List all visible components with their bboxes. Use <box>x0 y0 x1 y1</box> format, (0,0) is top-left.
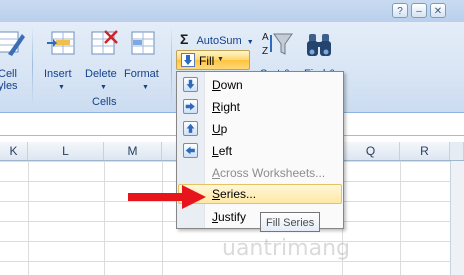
menu-item-down[interactable]: Down <box>178 75 342 95</box>
cell-styles-icon <box>0 31 25 56</box>
vertical-scrollbar[interactable] <box>450 161 464 275</box>
autosum-dropdown-arrow-icon: ▼ <box>246 39 254 46</box>
menu-item-series-label: Series... <box>212 187 257 201</box>
delete-label: Delete <box>85 68 117 80</box>
minimize-button[interactable]: – <box>411 3 427 18</box>
column-header-q[interactable]: Q <box>342 142 400 160</box>
grid-line <box>104 161 105 275</box>
menu-item-up[interactable]: Up <box>178 119 342 139</box>
menu-item-left-label: Left <box>212 144 233 158</box>
grid-line <box>162 161 163 275</box>
watermark: uantrimang <box>222 236 350 261</box>
format-cells-icon <box>131 31 155 55</box>
column-header-m[interactable]: M <box>104 142 162 160</box>
fill-button[interactable]: Fill ▼ <box>176 50 250 70</box>
menu-item-right-label: Right <box>212 100 241 114</box>
fill-down-icon <box>183 77 198 92</box>
menu-item-across-worksheets: Across Worksheets... <box>178 163 342 183</box>
grid-line <box>400 161 401 275</box>
svg-text:A: A <box>262 32 269 43</box>
autosum-button[interactable]: Σ AutoSum ▼ <box>180 31 254 47</box>
format-dropdown-arrow-icon: ▼ <box>142 84 149 91</box>
sort-filter-icon: A Z <box>262 32 293 57</box>
menu-item-across-worksheets-label: Across Worksheets... <box>212 166 326 180</box>
fill-label: Fill <box>199 54 215 68</box>
column-header-r[interactable]: R <box>400 142 450 160</box>
fill-dropdown-arrow-icon: ▼ <box>217 56 224 63</box>
delete-cells-icon <box>91 30 118 55</box>
cell-styles-label-1: Cell <box>0 68 17 80</box>
autosum-label: AutoSum <box>196 35 242 47</box>
menu-item-right[interactable]: Right <box>178 97 342 117</box>
delete-dropdown-arrow-icon: ▼ <box>100 84 107 91</box>
column-header-l[interactable]: L <box>28 142 104 160</box>
vertical-scrollbar-top[interactable] <box>450 142 464 160</box>
insert-dropdown-arrow-icon: ▼ <box>58 84 65 91</box>
menu-item-left[interactable]: Left <box>178 141 342 161</box>
grid-line <box>28 161 29 275</box>
menu-item-down-label: Down <box>212 78 243 92</box>
help-button[interactable]: ? <box>392 3 408 18</box>
fill-left-icon <box>183 143 198 158</box>
fill-down-icon <box>181 53 195 67</box>
insert-label: Insert <box>44 68 72 80</box>
fill-series-tooltip: Fill Series <box>260 212 321 232</box>
menu-item-justify-label: Justify <box>212 210 247 224</box>
fill-right-icon <box>183 99 198 114</box>
svg-text:Z: Z <box>262 46 268 57</box>
column-header-k[interactable]: K <box>0 142 28 160</box>
insert-cells-icon <box>47 31 75 55</box>
binoculars-icon <box>307 34 331 56</box>
fill-up-icon <box>183 121 198 136</box>
cell-styles-label-2: yles <box>0 80 18 92</box>
red-arrow-annotation <box>128 185 206 209</box>
format-label: Format <box>124 68 159 80</box>
close-button[interactable]: ✕ <box>430 3 446 18</box>
sigma-icon: Σ <box>180 31 189 47</box>
cells-group-label: Cells <box>92 96 117 108</box>
menu-item-up-label: Up <box>212 122 228 136</box>
title-bar: ? – ✕ <box>0 0 464 22</box>
group-separator <box>171 26 172 106</box>
group-separator <box>32 26 33 106</box>
